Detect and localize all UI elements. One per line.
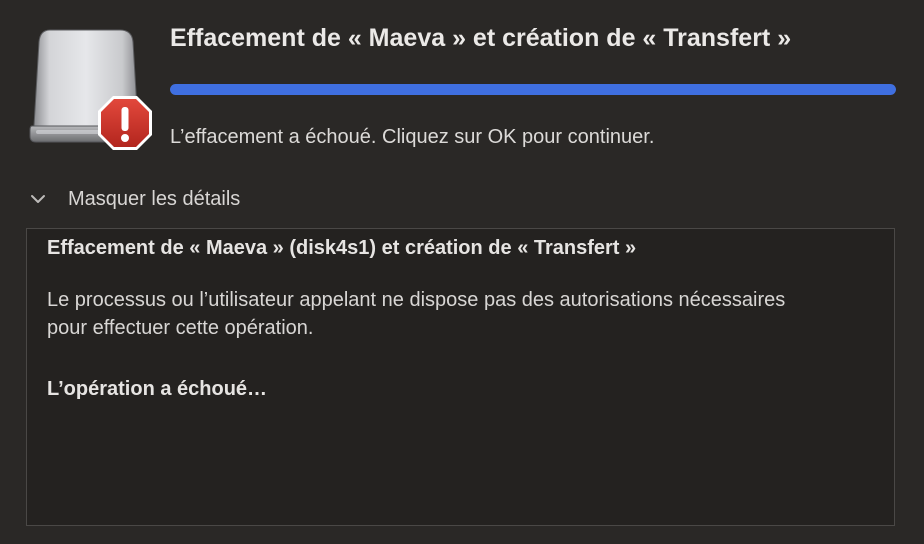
status-message: L’effacement a échoué. Cliquez sur OK po…: [170, 126, 655, 148]
external-disk-icon: [29, 29, 152, 150]
details-log[interactable]: Effacement de « Maeva » (disk4s1) et cré…: [26, 228, 895, 526]
details-heading: Effacement de « Maeva » (disk4s1) et cré…: [47, 237, 637, 259]
progress-bar: [170, 84, 896, 95]
erase-dialog: Effacement de « Maeva » et création de «…: [0, 0, 924, 544]
hide-details-toggle[interactable]: Masquer les détails: [28, 184, 240, 214]
error-badge-icon: [98, 96, 152, 150]
progress-fill: [170, 84, 896, 95]
dialog-title: Effacement de « Maeva » et création de «…: [170, 24, 792, 52]
details-error-message: Le processus ou l’utilisateur appelant n…: [47, 289, 786, 339]
details-result: L’opération a échoué…: [47, 378, 268, 400]
hide-details-label: Masquer les détails: [68, 187, 241, 210]
chevron-down-icon: [31, 195, 45, 203]
